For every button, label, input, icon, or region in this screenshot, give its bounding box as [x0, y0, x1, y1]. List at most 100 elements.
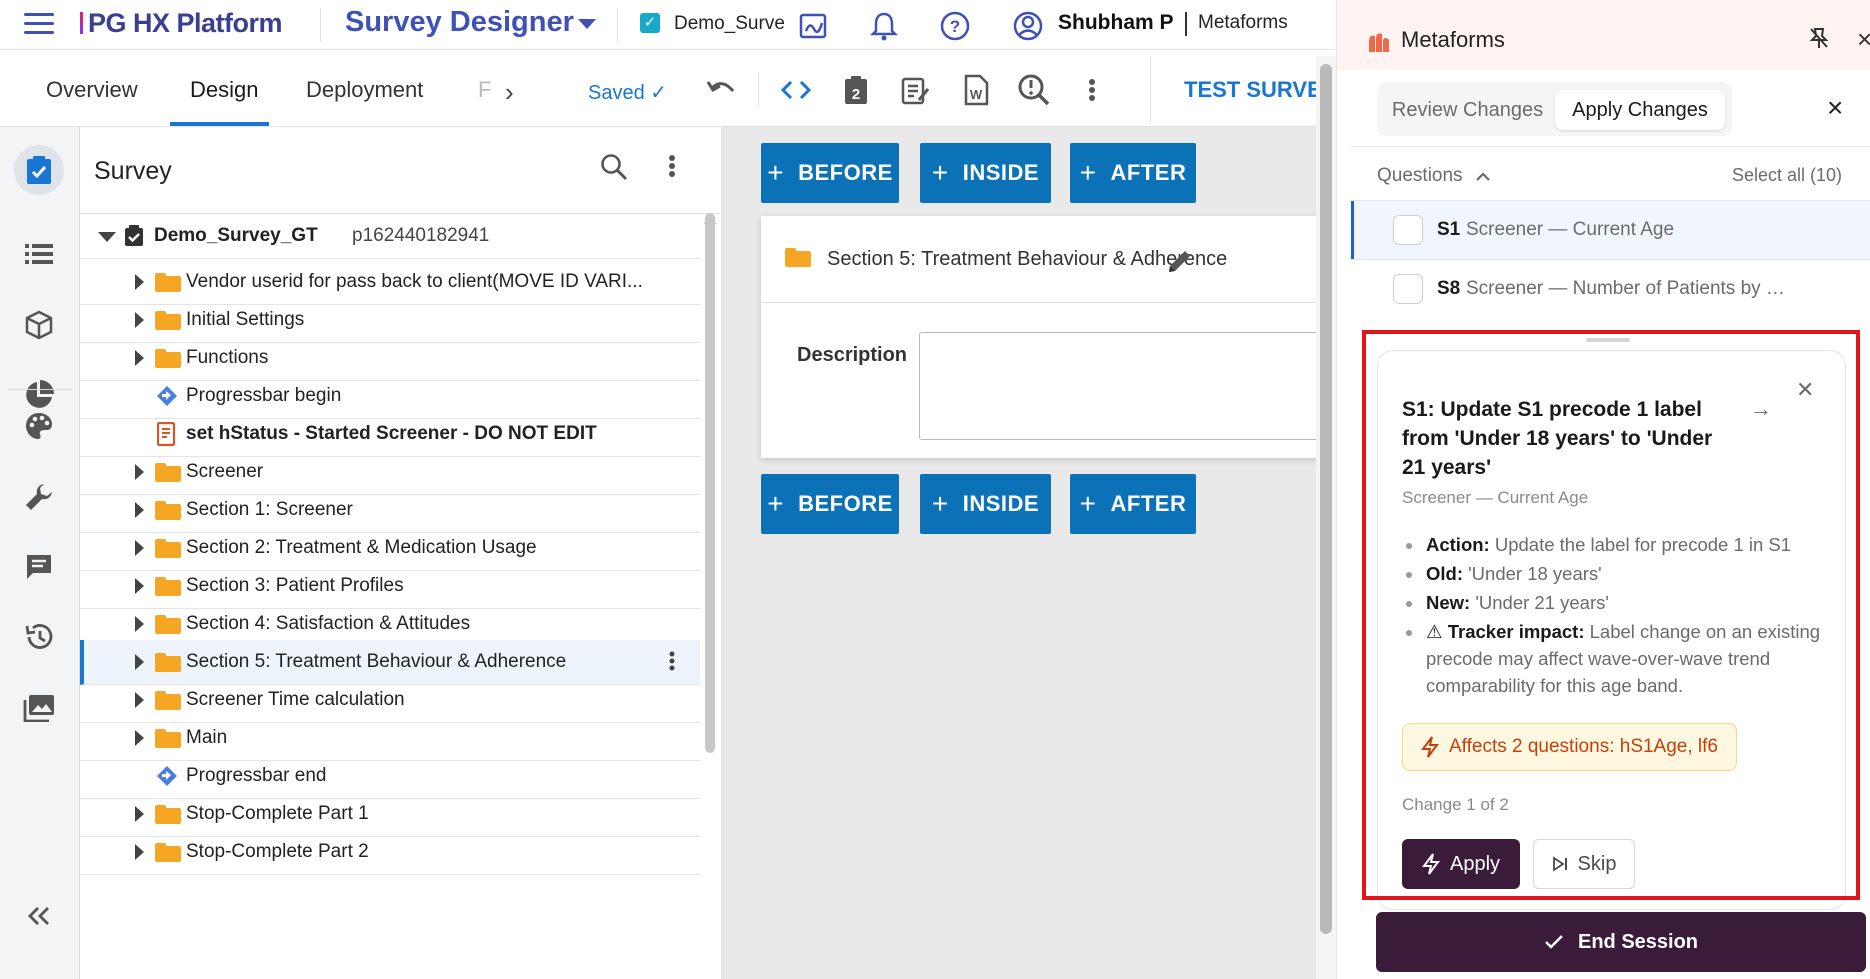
more-vert-icon[interactable]	[669, 650, 675, 678]
tree-item-label: Progressbar begin	[186, 385, 342, 406]
top-app-bar: PG HX Platform Survey Designer ✓ Demo_Su…	[0, 0, 1336, 50]
search-icon[interactable]	[600, 153, 628, 186]
edit-pencil-icon[interactable]	[1165, 246, 1195, 276]
cube-icon[interactable]	[14, 300, 64, 350]
list-icon[interactable]	[14, 229, 64, 279]
expand-icon[interactable]	[135, 464, 144, 480]
add-inside-button[interactable]: + INSIDE	[920, 143, 1051, 203]
comment-icon[interactable]	[14, 542, 64, 592]
tab-overview[interactable]: Overview	[46, 77, 138, 103]
palette-icon[interactable]	[14, 401, 64, 451]
add-before-button[interactable]: + BEFORE	[761, 474, 899, 534]
folder-icon	[155, 349, 181, 368]
undo-icon[interactable]	[702, 70, 742, 110]
clipboard-number-icon[interactable]: 2	[836, 70, 876, 110]
add-inside-button[interactable]: + INSIDE	[920, 474, 1051, 534]
survey-checklist-icon[interactable]	[14, 145, 64, 195]
expand-icon[interactable]	[135, 616, 144, 632]
divider	[320, 8, 321, 42]
menu-icon[interactable]	[24, 13, 54, 35]
search-validate-icon[interactable]	[1014, 70, 1054, 110]
question-row[interactable]: S1 Screener — Current Age	[1351, 201, 1870, 259]
word-export-icon[interactable]: W	[956, 70, 996, 110]
divider	[8, 389, 72, 390]
close-icon[interactable]: ×	[1857, 24, 1870, 55]
tree-item[interactable]: Stop-Complete Part 2	[80, 830, 700, 875]
tree-item-label: Main	[186, 727, 228, 748]
account-icon[interactable]	[1010, 8, 1046, 44]
question-code: S1	[1437, 219, 1461, 240]
expand-icon[interactable]	[135, 502, 144, 518]
tree-item-label: set hStatus - Started Screener - DO NOT …	[186, 423, 597, 444]
expand-icon[interactable]	[135, 350, 144, 366]
chevron-down-icon[interactable]	[578, 19, 596, 29]
expand-icon[interactable]	[135, 274, 144, 290]
close-icon[interactable]: ×	[1827, 92, 1843, 124]
tree-item-label: Section 1: Screener	[186, 499, 353, 520]
expand-icon[interactable]	[135, 692, 144, 708]
divider	[617, 8, 618, 42]
expand-icon[interactable]	[135, 654, 144, 670]
expand-icon[interactable]	[135, 540, 144, 556]
questions-header[interactable]: Questions	[1377, 165, 1463, 187]
chevron-right-icon[interactable]: ›	[505, 77, 514, 108]
tab-deployment[interactable]: Deployment	[306, 77, 423, 103]
wrench-icon[interactable]	[14, 472, 64, 522]
expand-icon[interactable]	[135, 806, 144, 822]
more-vert-icon[interactable]	[1072, 70, 1112, 110]
expand-icon[interactable]	[98, 232, 116, 242]
collapse-rail-icon[interactable]	[14, 891, 64, 941]
unpin-icon[interactable]	[1809, 27, 1829, 49]
tab-truncated[interactable]: F	[478, 77, 491, 103]
select-all-link[interactable]: Select all (10)	[1732, 165, 1842, 186]
scrollbar-thumb[interactable]	[1320, 64, 1332, 934]
code-icon[interactable]	[776, 70, 816, 110]
more-vert-icon[interactable]	[668, 153, 676, 184]
tree-root[interactable]: Demo_Survey_GT p162440182941	[80, 214, 700, 259]
question-code: S8	[1437, 278, 1461, 299]
tree-item-label: Progressbar end	[186, 765, 327, 786]
tree-panel-title: Survey	[94, 157, 172, 185]
signature-icon[interactable]	[795, 8, 831, 44]
add-before-button[interactable]: + BEFORE	[761, 143, 899, 203]
question-checkbox[interactable]	[1393, 215, 1423, 245]
add-after-button[interactable]: + AFTER	[1070, 143, 1196, 203]
left-nav-rail	[0, 127, 80, 979]
question-row[interactable]: S8 Screener — Number of Patients by Cond…	[1351, 260, 1870, 318]
survey-tree-panel: Survey Demo_Survey_GT p162440182941 Vend…	[80, 127, 722, 979]
user-name[interactable]: Shubham P	[1058, 11, 1174, 35]
tab-design[interactable]: Design	[190, 77, 258, 103]
media-library-icon[interactable]	[14, 683, 64, 733]
test-survey-button[interactable]: TEST SURVEY	[1184, 77, 1324, 103]
tree-scrollbar[interactable]	[705, 213, 715, 753]
folder-icon	[155, 539, 181, 558]
root-survey-name: Demo_Survey_GT	[154, 225, 318, 246]
question-text: Screener — Current Age	[1466, 219, 1675, 240]
org-name[interactable]: Metaforms	[1198, 12, 1288, 34]
tab-apply-changes[interactable]: Apply Changes	[1555, 90, 1725, 130]
history-icon[interactable]	[14, 612, 64, 662]
expand-icon[interactable]	[135, 730, 144, 746]
edit-document-icon[interactable]	[895, 70, 935, 110]
folder-icon	[155, 805, 181, 824]
expand-icon[interactable]	[135, 312, 144, 328]
description-input[interactable]	[919, 332, 1316, 440]
expand-icon[interactable]	[135, 578, 144, 594]
end-session-button[interactable]: End Session	[1376, 912, 1866, 972]
divider	[1185, 12, 1187, 36]
script-icon	[157, 422, 176, 446]
tab-review-changes[interactable]: Review Changes	[1385, 90, 1550, 130]
progressbar-icon	[157, 766, 177, 786]
folder-icon	[155, 729, 181, 748]
project-name[interactable]: Demo_Surve	[674, 13, 784, 35]
help-icon[interactable]: ?	[937, 8, 973, 44]
chevron-up-icon[interactable]	[1475, 172, 1491, 182]
module-title[interactable]: Survey Designer	[345, 6, 574, 39]
tree-item-label: Section 5: Treatment Behaviour & Adheren…	[186, 651, 567, 672]
add-after-button[interactable]: + AFTER	[1070, 474, 1196, 534]
tree-item-label: Screener	[186, 461, 264, 482]
expand-icon[interactable]	[135, 844, 144, 860]
bell-icon[interactable]	[866, 8, 902, 44]
canvas-scrollbar[interactable]	[1316, 56, 1336, 979]
question-checkbox[interactable]	[1393, 274, 1423, 304]
